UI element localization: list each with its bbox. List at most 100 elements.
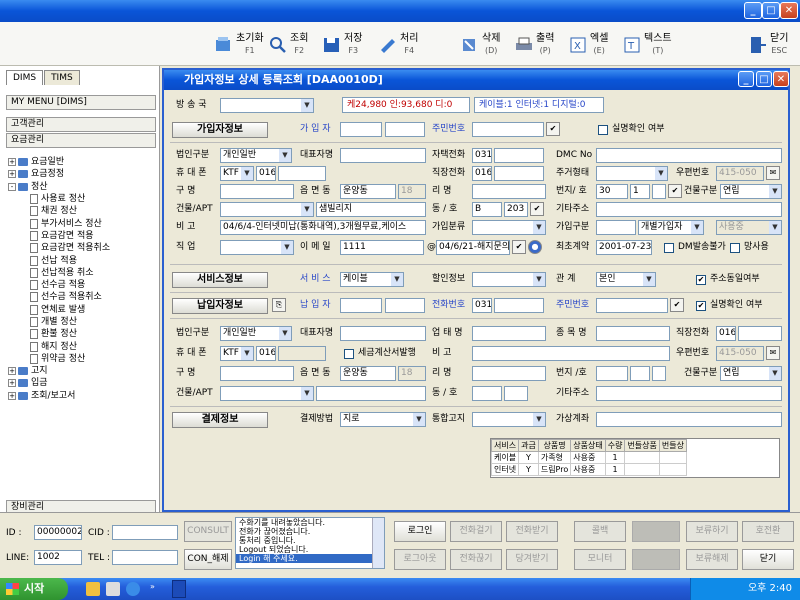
town-input[interactable]: 운양동 <box>340 184 396 199</box>
mobile-carrier-select[interactable]: KTF <box>220 166 254 181</box>
lot-sub-input[interactable]: 1 <box>630 184 650 199</box>
event-log[interactable]: 수화기를 내려놓았습니다. 전화가 끊어졌습니다. 통처리 중입니다. Logout … <box>235 517 385 569</box>
tree-item[interactable]: 위약금 정산 <box>8 353 156 365</box>
tree-item[interactable]: + 입금 <box>8 377 156 389</box>
tree-item[interactable]: 개별 정산 <box>8 316 156 328</box>
excel-button[interactable]: X 엑셀 (E) <box>568 28 608 62</box>
district-input[interactable] <box>220 184 294 199</box>
p-lot-input[interactable] <box>596 366 628 381</box>
payer-phone-area[interactable]: 031 <box>472 298 492 313</box>
settle-method-select[interactable]: 지로 <box>340 412 426 427</box>
expand-icon[interactable]: + <box>8 158 16 167</box>
dong-input[interactable]: B <box>472 202 502 217</box>
tree-item[interactable]: - 정산 <box>8 181 156 193</box>
dong-check-icon[interactable]: ✔ <box>530 202 544 216</box>
taskbar-app-button[interactable] <box>172 580 186 598</box>
child-maximize-button[interactable]: □ <box>756 71 772 87</box>
verify-icon[interactable]: ✔ <box>546 122 560 136</box>
cid-input[interactable] <box>112 525 178 540</box>
first-contract-input[interactable]: 2001-07-23 <box>596 240 652 255</box>
log-scrollbar[interactable] <box>372 518 384 568</box>
p-bldg-select[interactable] <box>220 386 314 401</box>
tree-item[interactable]: 연체료 발생 <box>8 304 156 316</box>
copy-icon[interactable]: ⎘ <box>272 298 286 312</box>
address-check-icon[interactable]: ✔ <box>668 184 682 198</box>
subscriber-name-input[interactable] <box>340 122 382 137</box>
expand-icon[interactable]: + <box>8 367 16 376</box>
lot-input[interactable]: 30 <box>596 184 628 199</box>
settle-section-button[interactable]: 결제정보 <box>172 412 268 428</box>
grid-header[interactable]: 상품명 <box>537 439 572 452</box>
tab-dims[interactable]: DIMS <box>6 70 44 85</box>
service-select[interactable]: 케이블 <box>340 272 404 287</box>
monitor-button[interactable]: 모니터 <box>574 549 626 570</box>
grid-header[interactable]: 상품상태 <box>570 439 606 452</box>
p-zip-search-icon[interactable]: ✉ <box>766 346 780 360</box>
child-close-button[interactable]: ✕ <box>773 71 789 87</box>
quicklaunch-icon-2[interactable] <box>106 582 120 596</box>
p-ho-input[interactable] <box>504 386 528 401</box>
p-corp-select[interactable]: 개인일반 <box>220 326 292 341</box>
tree-item[interactable]: 선납적용 취소 <box>8 267 156 279</box>
p-bldg-name-input[interactable] <box>316 386 426 401</box>
mobile-input[interactable] <box>278 166 326 181</box>
grid-header[interactable]: 서비스 <box>490 439 520 452</box>
residence-select[interactable] <box>596 166 668 181</box>
my-menu-header[interactable]: MY MENU [DIMS] <box>6 95 156 110</box>
biz-item-input[interactable] <box>596 326 670 341</box>
p-lot-sub2-input[interactable] <box>652 366 666 381</box>
answer-button[interactable]: 전화받기 <box>506 521 558 542</box>
line-input[interactable]: 1002 <box>34 550 82 565</box>
p-other-addr-input[interactable] <box>596 386 782 401</box>
dm-checkbox[interactable] <box>664 243 674 253</box>
tree-item[interactable]: + 조회/보고서 <box>8 390 156 402</box>
service-section-button[interactable]: 서비스정보 <box>172 272 268 288</box>
p-note-input[interactable] <box>472 346 670 361</box>
tree-item[interactable]: 요금감면 적용 <box>8 230 156 242</box>
hold-button[interactable]: 보류하기 <box>686 521 738 542</box>
p-work-phone-input[interactable] <box>738 326 782 341</box>
dial-button[interactable]: 전화걸기 <box>450 521 502 542</box>
email-check-icon[interactable]: ✔ <box>512 240 526 254</box>
p-district-input[interactable] <box>220 366 294 381</box>
resno-input[interactable] <box>472 122 544 137</box>
p-ceo-input[interactable] <box>340 326 426 341</box>
print-button[interactable]: 출력 (P) <box>514 28 554 62</box>
ie-icon[interactable] <box>126 582 140 596</box>
tree-item[interactable]: 선수금 적용 <box>8 279 156 291</box>
ri-input[interactable] <box>472 184 546 199</box>
delete-button[interactable]: 삭제 (D) <box>460 28 500 62</box>
corp-type-select[interactable]: 개인일반 <box>220 148 292 163</box>
tree-item[interactable]: 선수금 적용취소 <box>8 291 156 303</box>
login-button[interactable]: 로그인 <box>394 521 446 542</box>
tree-item[interactable]: + 요금일반 <box>8 156 156 168</box>
call-switch-button[interactable]: 호전환 <box>742 521 794 542</box>
start-button[interactable]: 시작 <box>0 578 68 600</box>
work-phone-area[interactable]: 016 <box>472 166 492 181</box>
payer-realname-checkbox[interactable]: ✔ <box>696 301 706 311</box>
subscriber-section-button[interactable]: 가입자정보 <box>172 122 268 138</box>
payer-section-button[interactable]: 납입자정보 <box>172 298 268 314</box>
payer-verify-icon[interactable]: ✔ <box>670 298 684 312</box>
agent-id-input[interactable]: 00000002 <box>34 525 82 540</box>
tree-item[interactable]: 요금감면 적용취소 <box>8 242 156 254</box>
unhold-button[interactable]: 보류해제 <box>686 549 738 570</box>
table-row[interactable]: 케이블 Y 가족형 사용중 1 <box>490 451 687 464</box>
payer-name-input[interactable] <box>340 298 382 313</box>
work-phone-input[interactable] <box>494 166 544 181</box>
table-row[interactable]: 인터넷 Y 드림Pro 사용중 1 <box>490 463 687 476</box>
child-minimize-button[interactable]: _ <box>738 71 754 87</box>
p-mobile-carrier[interactable]: KTF <box>220 346 254 361</box>
callback-button[interactable]: 콜백 <box>574 521 626 542</box>
p-lot-sub-input[interactable] <box>630 366 650 381</box>
p-town-input[interactable]: 운양동 <box>340 366 396 381</box>
tab-tims[interactable]: TIMS <box>44 70 80 85</box>
payer-name2-input[interactable] <box>385 298 425 313</box>
grid-header[interactable]: 번들상품 <box>624 439 660 452</box>
virtual-acct-input[interactable] <box>596 412 782 427</box>
biz-type-input[interactable] <box>472 326 546 341</box>
bldg-name-input[interactable]: 샘빌리지 <box>316 202 426 217</box>
close-window-button[interactable]: ✕ <box>780 2 798 19</box>
subscriber-name2-input[interactable] <box>385 122 425 137</box>
section-billing[interactable]: 요금관리 <box>6 133 156 148</box>
